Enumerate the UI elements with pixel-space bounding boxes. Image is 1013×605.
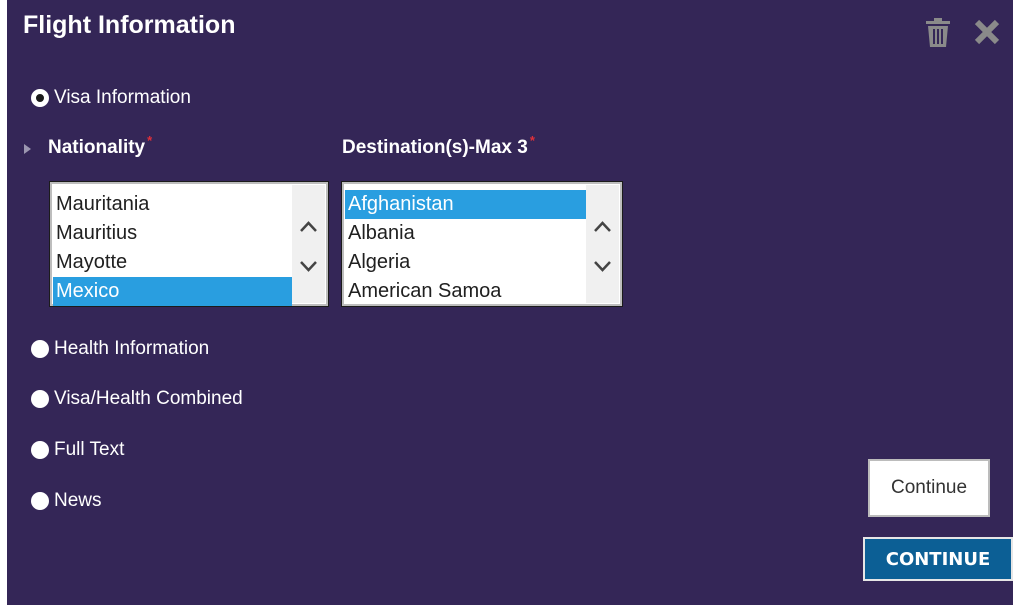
- list-option[interactable]: Mauritius: [53, 219, 292, 248]
- radio-checked-icon[interactable]: [31, 89, 49, 107]
- continue-button[interactable]: Continue: [868, 459, 990, 517]
- radio-unchecked-icon[interactable]: [31, 492, 49, 510]
- list-option[interactable]: Mayotte: [53, 248, 292, 277]
- destinations-options: Afghanistan Albania Algeria American Samoa: [345, 190, 586, 306]
- nationality-options: Mauritania Mauritius Mayotte Mexico: [53, 190, 292, 306]
- list-option[interactable]: Algeria: [345, 248, 586, 277]
- radio-full-text[interactable]: Full Text: [31, 439, 124, 461]
- radio-unchecked-icon[interactable]: [31, 340, 49, 358]
- required-mark: *: [529, 133, 535, 148]
- destinations-scrollbar[interactable]: [586, 185, 619, 303]
- chevron-up-icon[interactable]: [586, 214, 619, 240]
- radio-unchecked-icon[interactable]: [31, 390, 49, 408]
- chevron-down-icon[interactable]: [586, 253, 619, 279]
- nationality-label-text: Nationality: [48, 137, 146, 158]
- nationality-listbox[interactable]: Mauritania Mauritius Mayotte Mexico: [49, 181, 329, 307]
- expand-triangle-icon[interactable]: [24, 144, 31, 154]
- radio-news[interactable]: News: [31, 490, 102, 512]
- chevron-up-icon[interactable]: [292, 214, 325, 240]
- list-option[interactable]: American Samoa: [345, 277, 586, 306]
- nationality-label: Nationality *: [48, 133, 152, 159]
- destinations-label-text: Destination(s)-Max 3: [342, 137, 528, 158]
- dialog-title: Flight Information: [23, 11, 236, 39]
- radio-health-information[interactable]: Health Information: [31, 338, 209, 360]
- radio-visa-health-combined[interactable]: Visa/Health Combined: [31, 388, 243, 410]
- radio-label: Visa/Health Combined: [54, 388, 243, 409]
- list-option[interactable]: Mauritania: [53, 190, 292, 219]
- radio-label: Visa Information: [54, 87, 191, 108]
- destinations-listbox[interactable]: Afghanistan Albania Algeria American Samoa: [341, 181, 623, 307]
- radio-unchecked-icon[interactable]: [31, 441, 49, 459]
- flight-information-dialog: Flight Information Visa Information Nati…: [7, 0, 1013, 605]
- list-option[interactable]: Afghanistan: [345, 190, 586, 219]
- list-option[interactable]: Albania: [345, 219, 586, 248]
- chevron-down-icon[interactable]: [292, 253, 325, 279]
- radio-label: News: [54, 490, 102, 511]
- close-icon[interactable]: [973, 18, 1001, 46]
- radio-label: Health Information: [54, 338, 210, 359]
- required-mark: *: [147, 133, 153, 148]
- destinations-label: Destination(s)-Max 3 *: [342, 133, 535, 159]
- radio-visa-information[interactable]: Visa Information: [31, 87, 191, 109]
- trash-icon[interactable]: [925, 18, 951, 48]
- continue-primary-button[interactable]: CONTINUE: [863, 537, 1013, 581]
- radio-label: Full Text: [54, 439, 125, 460]
- nationality-scrollbar[interactable]: [292, 185, 325, 303]
- list-option[interactable]: Mexico: [53, 277, 292, 306]
